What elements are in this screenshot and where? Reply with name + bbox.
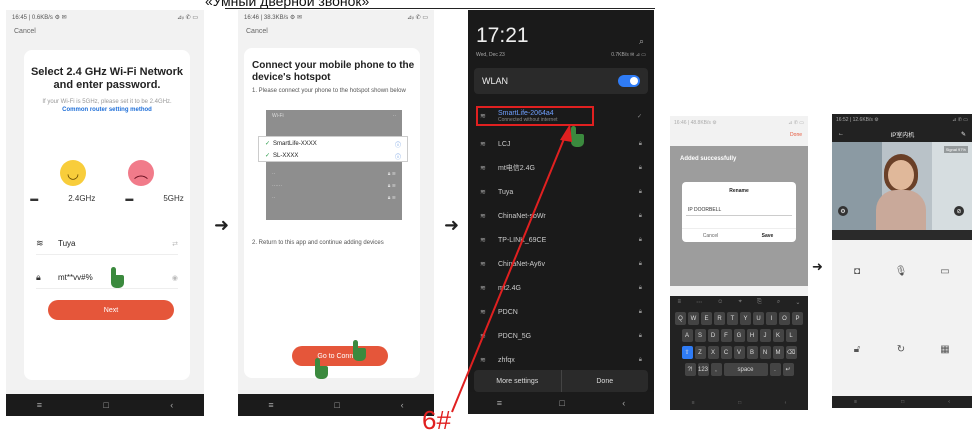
microphone-icon[interactable]: 🎙︎ — [892, 264, 910, 278]
nav-bar: ≡ □ ‹ — [670, 400, 808, 410]
home-icon[interactable]: □ — [738, 400, 741, 410]
clipboard-icon[interactable]: ⎘ — [757, 299, 762, 306]
key[interactable]: F — [720, 329, 732, 342]
rename-input[interactable]: IP DOORBELL — [686, 204, 792, 216]
status-bar: 16:46 | 48.8KB/s ⚙ ⊿ ✆ ▭ — [670, 116, 808, 130]
save-button[interactable]: Save — [739, 229, 796, 242]
keyboard-row: A S D F G H J K L — [670, 329, 808, 342]
gallery-icon[interactable]: ▦ — [936, 342, 954, 356]
comma-key[interactable]: , — [710, 363, 722, 376]
status-left: 16:52 | 12.6KB/s ⚙ — [836, 117, 879, 123]
keyboard-toolbar: ≡ ⋯ ☺ ⌖ ⎘ ⌕ ⌄ — [670, 296, 808, 308]
key[interactable]: M — [772, 346, 784, 359]
symbols-key[interactable]: ?! — [684, 363, 696, 376]
arrow-head — [560, 124, 572, 142]
rename-dialog: Rename IP DOORBELL Cancel Save — [682, 182, 796, 242]
shift-key[interactable]: ⇧ — [681, 346, 693, 359]
arrow-line — [451, 133, 567, 413]
key[interactable]: D — [707, 329, 719, 342]
status-right: ⊿ ✆ ▭ — [788, 120, 804, 126]
key[interactable]: O — [779, 312, 790, 325]
key[interactable]: H — [746, 329, 758, 342]
collapse-icon[interactable]: ⌄ — [795, 299, 800, 306]
done-link[interactable]: Done — [790, 132, 802, 138]
key[interactable]: Q — [675, 312, 686, 325]
enter-key[interactable]: ↵ — [782, 363, 794, 376]
back-icon[interactable]: ‹ — [948, 399, 950, 405]
backspace-key[interactable]: ⌫ — [785, 346, 797, 359]
menu-icon[interactable]: ≡ — [678, 299, 682, 305]
camera-icon[interactable]: ◘ — [848, 264, 866, 278]
rename-screen: 16:46 | 48.8KB/s ⚙ ⊿ ✆ ▭ Done Added succ… — [670, 116, 808, 410]
keyboard-row: Q W E R T Y U I O P — [670, 312, 808, 325]
header: ← IP室内机 ✎ — [832, 126, 972, 142]
key[interactable]: T — [727, 312, 738, 325]
video-background — [832, 142, 882, 230]
cursor-icon[interactable]: ⌖ — [738, 299, 741, 306]
arrow-right-icon: ➜ — [812, 260, 823, 275]
search-icon[interactable]: ⌕ — [777, 299, 780, 306]
key[interactable]: V — [733, 346, 745, 359]
key[interactable]: W — [688, 312, 699, 325]
key[interactable]: S — [694, 329, 706, 342]
key[interactable]: I — [766, 312, 777, 325]
space-key[interactable]: space — [723, 363, 768, 376]
key[interactable]: G — [733, 329, 745, 342]
key[interactable]: L — [785, 329, 797, 342]
person-body — [876, 190, 926, 230]
rotate-icon[interactable]: ↻ — [892, 342, 910, 356]
status-left: 16:46 | 48.8KB/s ⚙ — [674, 120, 717, 126]
person-head — [888, 160, 914, 190]
annotation-label: 6# — [422, 405, 451, 435]
key[interactable]: Z — [694, 346, 706, 359]
signal-badge: Signal 97% — [943, 146, 968, 153]
status-right: ⊿ ✆ ▭ — [952, 117, 968, 123]
emoji-icon[interactable]: ☺ — [717, 299, 723, 305]
key[interactable]: N — [759, 346, 771, 359]
key[interactable]: A — [681, 329, 693, 342]
rename-title: Rename — [729, 188, 749, 194]
menu-icon[interactable]: ≡ — [854, 399, 857, 405]
key[interactable]: C — [720, 346, 732, 359]
doorbell-live-screen: 16:52 | 12.6KB/s ⚙ ⊿ ✆ ▭ ← IP室内机 ✎ Signa… — [832, 114, 972, 408]
key[interactable]: J — [759, 329, 771, 342]
key[interactable]: K — [772, 329, 784, 342]
keyboard: ≡ ⋯ ☺ ⌖ ⎘ ⌕ ⌄ Q W E R T Y U I O P A S D F G… — [670, 296, 808, 410]
keyboard-row: ⇧ Z X C V B N M ⌫ — [670, 346, 808, 359]
back-arrow-icon[interactable]: ← — [838, 131, 844, 137]
video-background — [932, 142, 972, 230]
nav-bar: ≡ □ ‹ — [832, 396, 972, 408]
key[interactable]: X — [707, 346, 719, 359]
mute-icon[interactable]: ⊘ — [954, 206, 964, 216]
key[interactable]: Y — [740, 312, 751, 325]
dialog-buttons: Cancel Save — [682, 228, 796, 242]
status-bar: 16:52 | 12.6KB/s ⚙ ⊿ ✆ ▭ — [832, 114, 972, 126]
key[interactable]: E — [701, 312, 712, 325]
device-title: IP室内机 — [890, 132, 915, 139]
key[interactable]: P — [792, 312, 803, 325]
period-key[interactable]: . — [769, 363, 781, 376]
keyboard-row: ?! 123 , space . ↵ — [670, 363, 808, 376]
cancel-button[interactable]: Cancel — [682, 229, 739, 242]
record-video-icon[interactable]: ▭ — [936, 264, 954, 278]
back-icon[interactable]: ‹ — [785, 400, 787, 410]
video-controls-bar — [832, 230, 972, 240]
key[interactable]: U — [753, 312, 764, 325]
edit-icon[interactable]: ✎ — [961, 131, 966, 138]
key[interactable]: R — [714, 312, 725, 325]
settings-icon[interactable]: ⚙ — [838, 206, 848, 216]
home-icon[interactable]: □ — [901, 399, 904, 405]
unlock-icon[interactable]: 🔓︎ — [848, 342, 866, 356]
live-video[interactable]: Signal 97% ⚙ ⊘ — [832, 142, 972, 230]
menu-icon[interactable]: ≡ — [692, 400, 695, 410]
added-text: Added successfully — [680, 156, 737, 162]
key[interactable]: B — [746, 346, 758, 359]
more-icon[interactable]: ⋯ — [696, 299, 702, 306]
numbers-key[interactable]: 123 — [697, 363, 709, 376]
